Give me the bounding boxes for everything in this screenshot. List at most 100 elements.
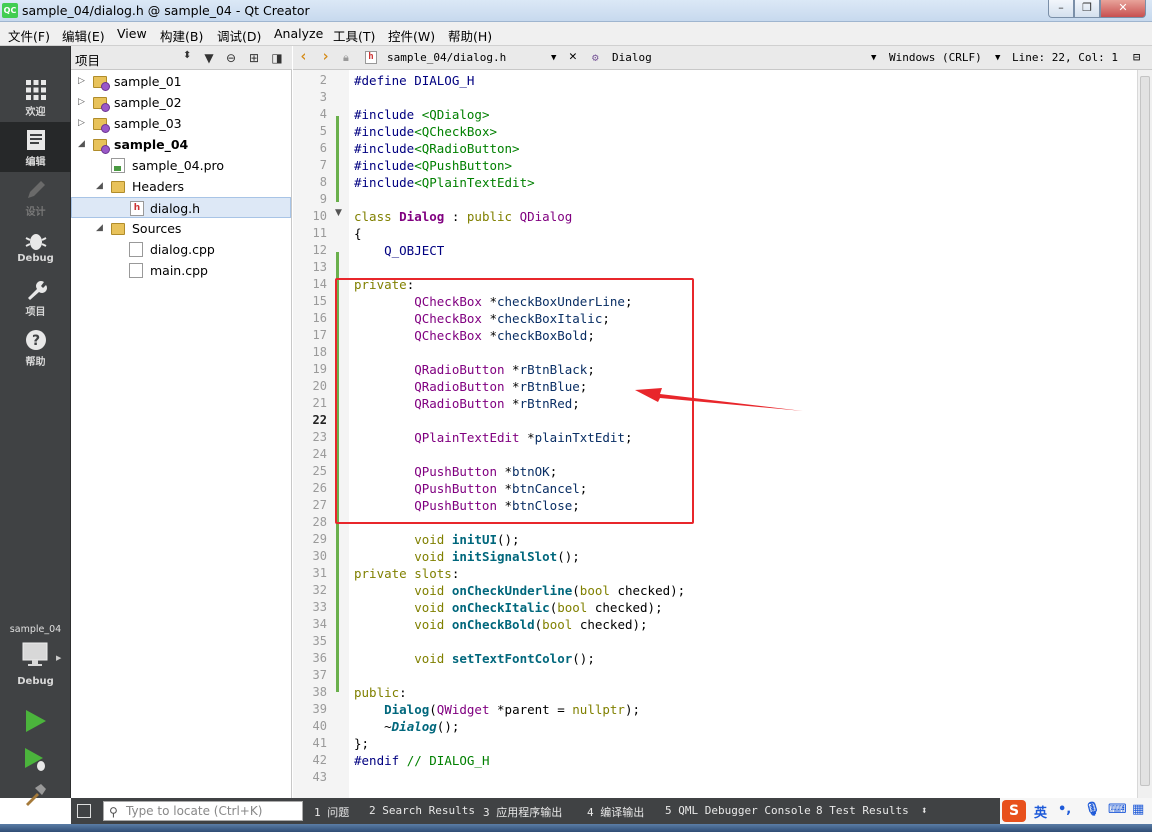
tree-item-sample-01[interactable]: ▷ sample_01: [71, 71, 291, 92]
code-line[interactable]: void onCheckItalic(bool checked);: [354, 599, 662, 616]
tree-item-sample-02[interactable]: ▷ sample_02: [71, 92, 291, 113]
menu-tools[interactable]: 工具(T): [333, 26, 375, 45]
kit-selector-monitor-icon[interactable]: [22, 642, 50, 668]
code-line[interactable]: void onCheckBold(bool checked);: [354, 616, 647, 633]
scrollbar-thumb[interactable]: [1140, 76, 1150, 786]
tree-item-sources[interactable]: ◢ Sources: [71, 218, 291, 239]
cursor-position[interactable]: Line: 22, Col: 1: [1012, 51, 1118, 64]
debug-run-icon[interactable]: [22, 746, 48, 772]
build-hammer-icon[interactable]: [22, 782, 48, 808]
menu-edit[interactable]: 编辑(E): [62, 26, 105, 45]
mode-debug[interactable]: Debug: [0, 222, 71, 272]
code-line[interactable]: #include<QCheckBox>: [354, 123, 497, 140]
code-line[interactable]: public:: [354, 684, 407, 701]
project-panel-toolbar: 项目 ⬍ ▼ ⊖ ⊞ ◨: [71, 46, 292, 70]
project-panel-title[interactable]: 项目: [75, 50, 100, 69]
code-line[interactable]: #include<QPlainTextEdit>: [354, 174, 535, 191]
mode-design[interactable]: 设计: [0, 172, 71, 222]
code-line[interactable]: private slots:: [354, 565, 459, 582]
collapse-arrow-icon[interactable]: ◢: [96, 218, 103, 239]
tree-item-dialog-h[interactable]: h dialog.h: [71, 197, 291, 218]
code-line[interactable]: Dialog(QWidget *parent = nullptr);: [354, 701, 640, 718]
open-document-combo[interactable]: sample_04/dialog.h: [387, 51, 506, 64]
tab-test-results[interactable]: 8 Test Results: [816, 804, 909, 817]
punctuation-icon[interactable]: •,: [1058, 802, 1071, 817]
tree-item-sample-03[interactable]: ▷ sample_03: [71, 113, 291, 134]
mode-projects[interactable]: 项目: [0, 272, 71, 322]
code-line[interactable]: #endif // DIALOG_H: [354, 752, 489, 769]
tree-item-sample-04[interactable]: ◢ sample_04: [71, 134, 291, 155]
chevron-down-icon[interactable]: ▼: [871, 53, 876, 63]
more-tabs-icon[interactable]: ⬍: [921, 804, 928, 817]
forward-arrow-icon[interactable]: ›: [321, 47, 330, 65]
skin-icon[interactable]: ▦: [1132, 802, 1144, 817]
code-line[interactable]: void initSignalSlot();: [354, 548, 580, 565]
locator-placeholder: Type to locate (Ctrl+K): [126, 804, 263, 818]
code-line[interactable]: void setTextFontColor();: [354, 650, 595, 667]
expand-arrow-icon[interactable]: ▷: [78, 113, 85, 134]
mode-edit[interactable]: 编辑: [0, 122, 71, 172]
link-icon[interactable]: ⊖: [223, 50, 239, 66]
menu-build[interactable]: 构建(B): [160, 26, 203, 45]
expand-arrow-icon[interactable]: ▷: [78, 92, 85, 113]
code-line[interactable]: void onCheckUnderline(bool checked);: [354, 582, 685, 599]
tree-item-headers[interactable]: ◢ Headers: [71, 176, 291, 197]
toggle-sidebar-icon[interactable]: [77, 804, 91, 818]
menu-help[interactable]: 帮助(H): [448, 26, 492, 45]
menu-file[interactable]: 文件(F): [8, 26, 50, 45]
locator-input[interactable]: ⚲ Type to locate (Ctrl+K): [103, 801, 303, 821]
close-document-icon[interactable]: ✕: [569, 49, 577, 64]
tree-item-sample-04-pro[interactable]: sample_04.pro: [71, 155, 291, 176]
chevron-down-icon[interactable]: ▼: [551, 53, 556, 63]
menu-widgets[interactable]: 控件(W): [388, 26, 435, 45]
editor-scrollbar[interactable]: [1137, 70, 1152, 798]
code-line[interactable]: class Dialog : public QDialog: [354, 208, 572, 225]
collapse-arrow-icon[interactable]: ◢: [96, 176, 103, 197]
split-editor-icon[interactable]: ⊟: [1133, 50, 1140, 64]
tab-qml-debugger-console[interactable]: 5 QML Debugger Console: [665, 804, 811, 817]
minimize-button[interactable]: –: [1048, 0, 1074, 18]
close-button[interactable]: ✕: [1100, 0, 1146, 18]
tree-item-dialog-cpp[interactable]: dialog.cpp: [71, 239, 291, 260]
fold-arrow-icon[interactable]: ▼: [335, 208, 342, 218]
chevron-down-icon[interactable]: ⬍: [183, 50, 191, 61]
code-line[interactable]: #include<QPushButton>: [354, 157, 512, 174]
line-ending-combo[interactable]: Windows (CRLF): [889, 51, 982, 64]
mode-help[interactable]: ? 帮助: [0, 322, 71, 372]
split-icon[interactable]: ⊞: [246, 50, 262, 66]
menu-view[interactable]: View: [117, 26, 147, 41]
mode-selector: 欢迎 编辑 设计 Debug 项目 ? 帮助 sample_04 ▶ Debug: [0, 46, 71, 806]
mode-welcome[interactable]: 欢迎: [0, 72, 71, 122]
sogou-logo-icon[interactable]: S: [1002, 800, 1026, 822]
expand-arrow-icon[interactable]: ▷: [78, 71, 85, 92]
code-line[interactable]: void initUI();: [354, 531, 519, 548]
run-icon[interactable]: [22, 708, 48, 734]
collapse-arrow-icon[interactable]: ◢: [78, 134, 85, 155]
keyboard-icon[interactable]: ⌨: [1108, 802, 1127, 817]
tree-item-main-cpp[interactable]: main.cpp: [71, 260, 291, 281]
code-token: :: [444, 209, 467, 224]
filter-icon[interactable]: ▼: [201, 50, 217, 66]
code-line[interactable]: {: [354, 225, 362, 242]
code-line[interactable]: #define DIALOG_H: [354, 72, 474, 89]
code-line[interactable]: #include<QRadioButton>: [354, 140, 520, 157]
close-panel-icon[interactable]: ◨: [269, 50, 285, 66]
menu-debug[interactable]: 调试(D): [217, 26, 261, 45]
menu-analyze[interactable]: Analyze: [274, 26, 323, 41]
line-number: 41: [312, 736, 327, 750]
maximize-button[interactable]: ❐: [1074, 0, 1100, 18]
kit-project-label: sample_04: [9, 624, 62, 635]
code-line[interactable]: Q_OBJECT: [354, 242, 444, 259]
microphone-icon[interactable]: 🎙︎: [1084, 802, 1101, 817]
chevron-down-icon[interactable]: ▼: [995, 53, 1000, 63]
tab-application-output[interactable]: 3 应用程序输出: [483, 804, 562, 820]
ime-language[interactable]: 英: [1034, 802, 1047, 821]
tab-compile-output[interactable]: 4 编译输出: [587, 804, 644, 820]
code-line[interactable]: ~Dialog();: [354, 718, 459, 735]
tab-search-results[interactable]: 2 Search Results: [369, 804, 475, 817]
symbol-combo[interactable]: Dialog: [612, 51, 652, 64]
code-line[interactable]: };: [354, 735, 369, 752]
code-line[interactable]: #include <QDialog>: [354, 106, 489, 123]
back-arrow-icon[interactable]: ‹: [299, 47, 308, 65]
tab-issues[interactable]: 1 问题: [314, 804, 349, 820]
